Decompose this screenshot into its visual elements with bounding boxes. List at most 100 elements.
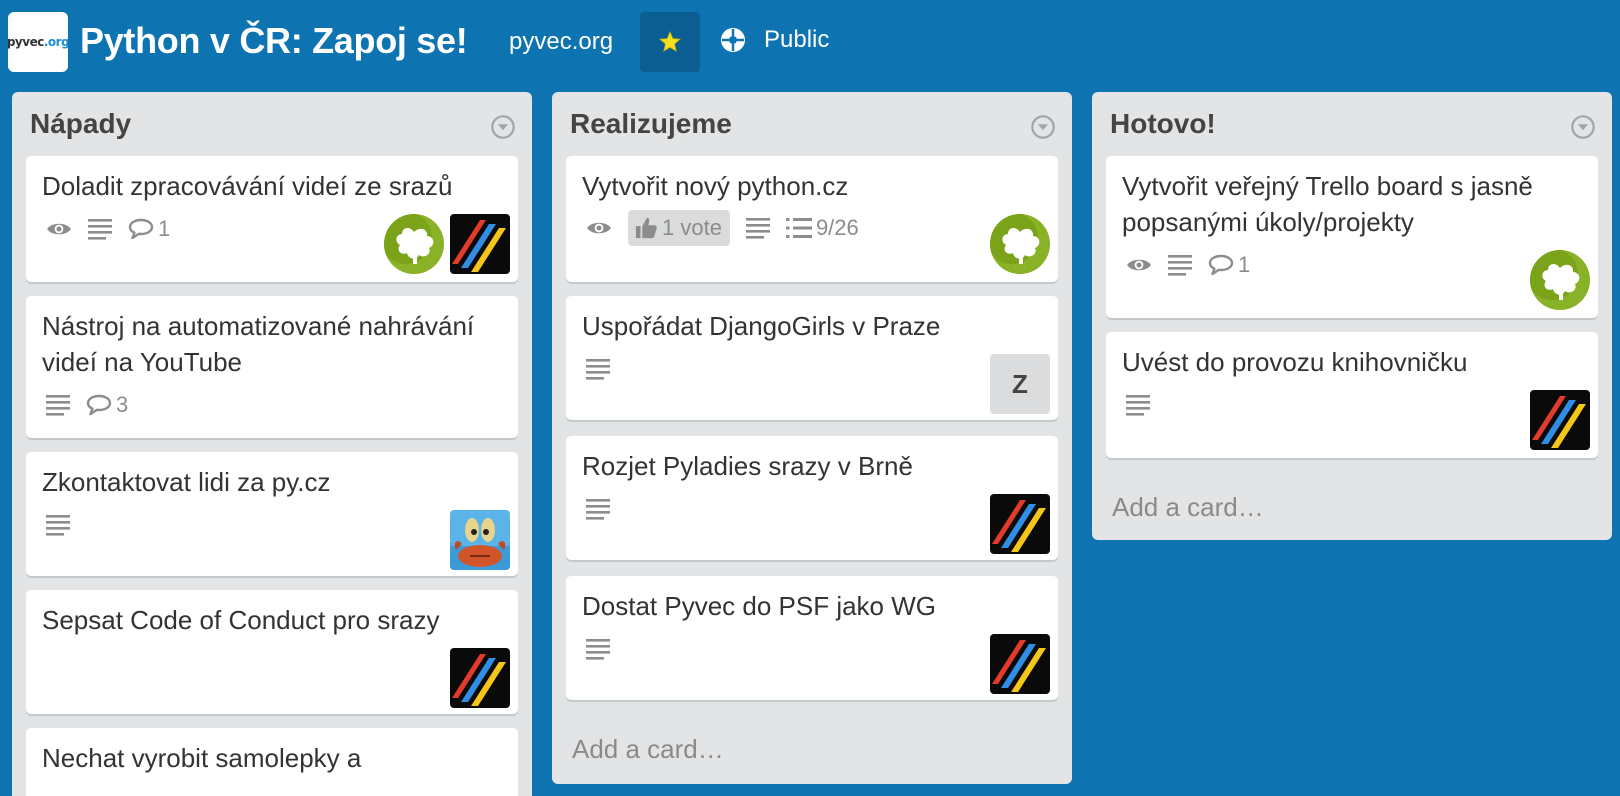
description-badge — [88, 218, 112, 240]
org-link[interactable]: pyvec.org — [509, 28, 613, 56]
description-icon — [586, 498, 610, 520]
description-badge — [586, 358, 610, 380]
description-badge — [1168, 254, 1192, 276]
list-title[interactable]: Realizujeme — [570, 108, 732, 140]
list-header: Realizujeme — [552, 92, 1072, 158]
description-icon — [46, 394, 70, 416]
card[interactable]: Dostat Pyvec do PSF jako WG — [566, 576, 1058, 700]
globe-icon — [721, 28, 745, 52]
card[interactable]: Vytvořit nový python.cz 1 vote 9/26 — [566, 156, 1058, 282]
description-icon — [88, 218, 112, 240]
card[interactable]: Nechat vyrobit samolepky a — [26, 728, 518, 796]
card-title: Doladit zpracovávání videí ze srazů — [42, 171, 453, 201]
votes-count: 1 vote — [662, 215, 722, 240]
votes-badge[interactable]: 1 vote — [628, 210, 730, 246]
list-menu-icon[interactable] — [490, 114, 516, 140]
card[interactable]: Zkontaktovat lidi za py.cz — [26, 452, 518, 576]
list-title[interactable]: Nápady — [30, 108, 131, 140]
checklist-badge: 9/26 — [786, 215, 859, 241]
comments-count: 1 — [1238, 252, 1251, 277]
card-members — [984, 634, 1050, 694]
member-avatar[interactable] — [990, 214, 1050, 274]
member-avatar[interactable] — [450, 648, 510, 708]
eye-icon — [1126, 256, 1152, 274]
member-avatar[interactable] — [990, 634, 1050, 694]
card-title: Rozjet Pyladies srazy v Brně — [582, 451, 913, 481]
card-members — [1524, 390, 1590, 450]
card-members — [984, 494, 1050, 554]
comments-badge: 1 — [1208, 252, 1250, 278]
visibility-button[interactable]: Public — [720, 26, 829, 54]
card-badges: 3 — [46, 392, 144, 418]
member-avatar[interactable] — [1530, 390, 1590, 450]
card-title: Uvést do provozu knihovničku — [1122, 347, 1468, 377]
description-badge — [586, 498, 610, 520]
description-badge — [1126, 394, 1150, 416]
list-menu-icon[interactable] — [1030, 114, 1056, 140]
list-title[interactable]: Hotovo! — [1110, 108, 1216, 140]
card[interactable]: Nástroj na automatizované nahrávání vide… — [26, 296, 518, 438]
card-badges: 1 vote 9/26 — [586, 210, 875, 246]
card-title: Vytvořit nový python.cz — [582, 171, 849, 201]
list-realizujeme: Realizujeme Vytvořit nový python.cz 1 vo… — [552, 92, 1072, 784]
checklist-count: 9/26 — [815, 215, 859, 240]
checklist-icon — [786, 217, 812, 239]
card[interactable]: Sepsat Code of Conduct pro srazy — [26, 590, 518, 714]
eye-icon — [586, 219, 612, 237]
list-napady: Nápady Doladit zpracovávání videí ze sra… — [12, 92, 532, 796]
board-title[interactable]: Python v ČR: Zapoj se! — [80, 20, 468, 62]
card-title: Dostat Pyvec do PSF jako WG — [582, 591, 937, 621]
card-badges — [586, 358, 626, 380]
board-header: pyvec.org Python v ČR: Zapoj se! pyvec.o… — [0, 0, 1620, 88]
member-initials-avatar[interactable]: Z — [990, 354, 1050, 414]
member-avatar[interactable] — [384, 214, 444, 274]
org-logo[interactable]: pyvec.org — [8, 12, 68, 72]
card-members — [444, 648, 510, 708]
card-members — [984, 214, 1050, 274]
description-icon — [1168, 254, 1192, 276]
logo-text: pyvec.org — [8, 35, 68, 49]
description-icon — [46, 514, 70, 536]
description-icon — [746, 217, 770, 239]
description-icon — [586, 358, 610, 380]
card-badges: 1 — [46, 216, 186, 242]
card-members — [378, 214, 510, 274]
description-badge — [46, 394, 70, 416]
card-title: Nástroj na automatizované nahrávání vide… — [42, 311, 475, 377]
card[interactable]: Rozjet Pyladies srazy v Brně — [566, 436, 1058, 560]
card-title: Zkontaktovat lidi za py.cz — [42, 467, 331, 497]
member-avatar[interactable] — [1530, 250, 1590, 310]
list-hotovo: Hotovo! Vytvořit veřejný Trello board s … — [1092, 92, 1612, 540]
list-header: Nápady — [12, 92, 532, 158]
thumbs-up-icon — [634, 216, 658, 240]
comment-icon — [1208, 254, 1234, 276]
star-button[interactable] — [640, 12, 700, 72]
card-badges — [1126, 394, 1166, 416]
card[interactable]: Uspořádat DjangoGirls v Praze Z — [566, 296, 1058, 420]
card-badges: 1 — [1126, 252, 1266, 278]
card-members — [1524, 250, 1590, 310]
member-avatar[interactable] — [450, 214, 510, 274]
list-menu-icon[interactable] — [1570, 114, 1596, 140]
comments-count: 1 — [158, 216, 171, 241]
comment-icon — [86, 394, 112, 416]
description-badge — [746, 217, 770, 239]
description-badge — [46, 514, 70, 536]
description-icon — [586, 638, 610, 660]
card-title: Vytvořit veřejný Trello board s jasně po… — [1122, 171, 1533, 237]
watching-badge — [586, 219, 612, 237]
card-members — [444, 510, 510, 570]
card[interactable]: Vytvořit veřejný Trello board s jasně po… — [1106, 156, 1598, 318]
member-avatar[interactable] — [990, 494, 1050, 554]
add-card-link[interactable]: Add a card… — [1112, 492, 1264, 523]
card-badges — [46, 514, 86, 536]
member-avatar[interactable] — [450, 510, 510, 570]
visibility-label: Public — [764, 26, 830, 53]
comments-badge: 3 — [86, 392, 128, 418]
card[interactable]: Doladit zpracovávání videí ze srazů 1 — [26, 156, 518, 282]
add-card-link[interactable]: Add a card… — [572, 734, 724, 765]
watching-badge — [46, 220, 72, 238]
card[interactable]: Uvést do provozu knihovničku — [1106, 332, 1598, 458]
card-title: Sepsat Code of Conduct pro srazy — [42, 605, 440, 635]
card-title: Uspořádat DjangoGirls v Praze — [582, 311, 941, 341]
